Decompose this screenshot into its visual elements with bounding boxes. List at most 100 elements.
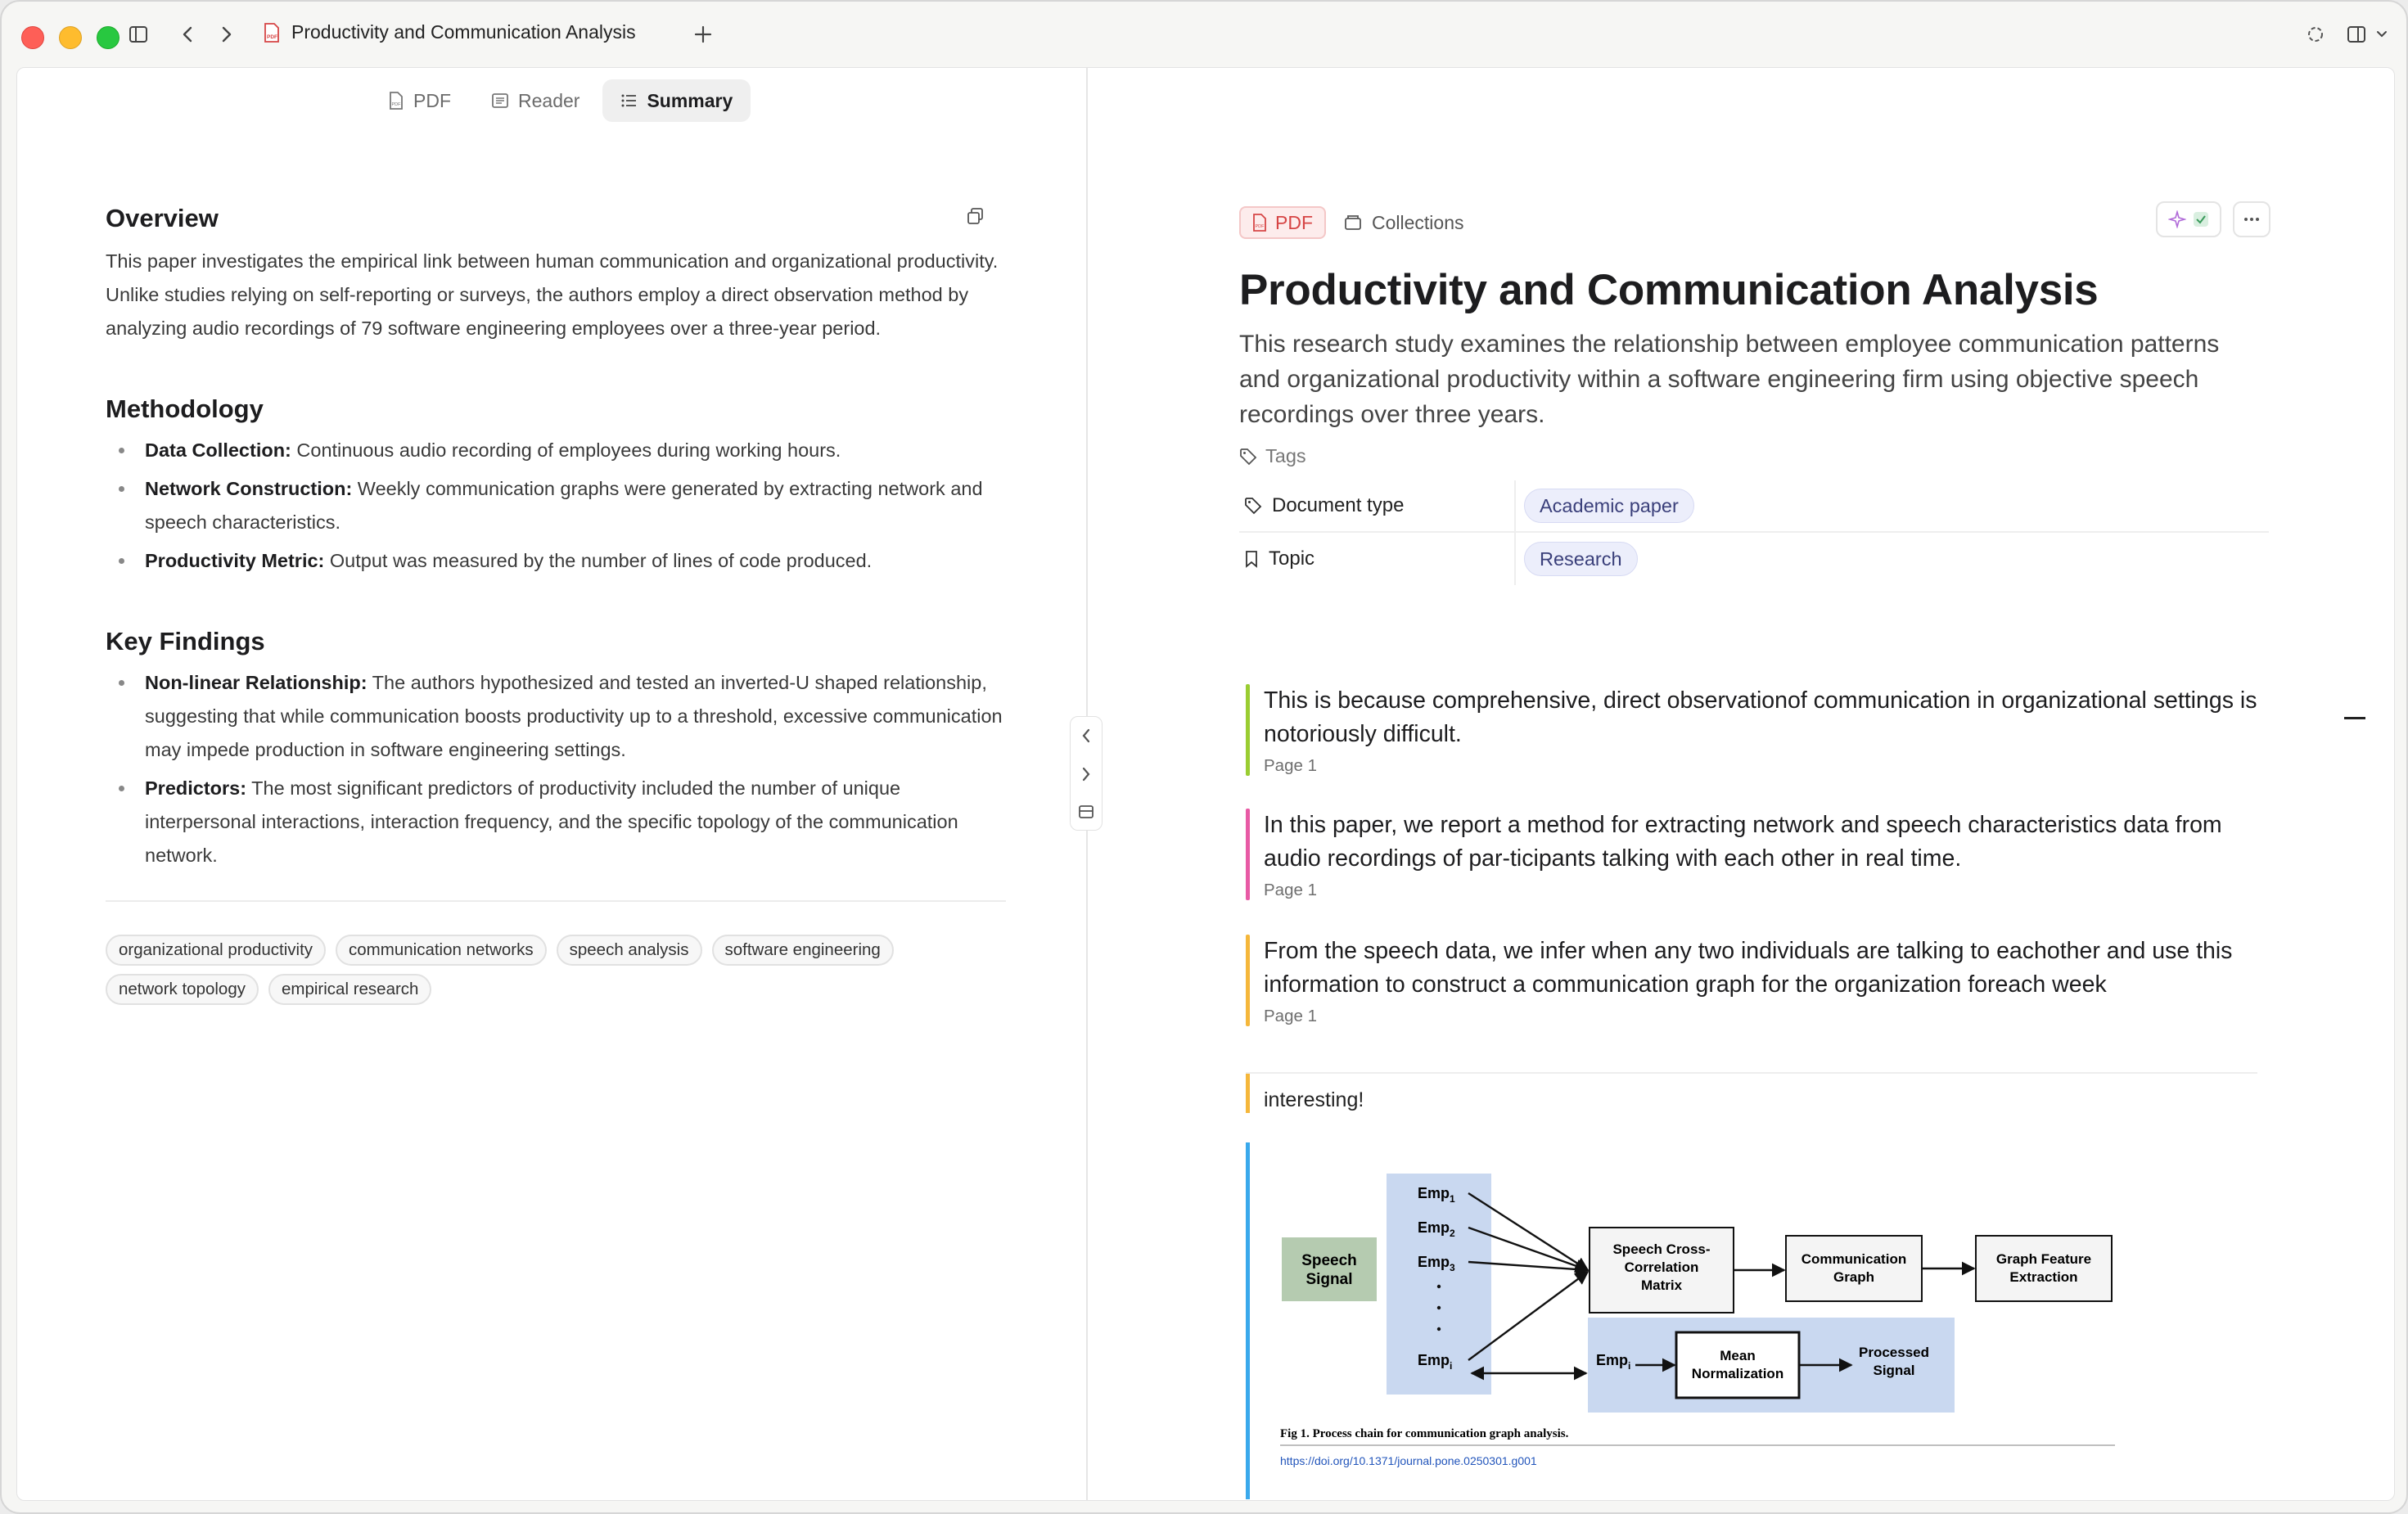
highlight-card[interactable]: From the speech data, we infer when any … bbox=[1246, 935, 2257, 1026]
bookmark-icon bbox=[1246, 551, 1257, 568]
tab-summary-label: Summary bbox=[647, 89, 733, 111]
ai-status-button[interactable] bbox=[2156, 201, 2221, 237]
document-actions bbox=[2156, 201, 2270, 237]
tags-label: Tags bbox=[1265, 445, 1306, 466]
highlight-card[interactable]: In this paper, we report a method for ex… bbox=[1246, 809, 2257, 900]
property-value[interactable]: Research bbox=[1514, 533, 1638, 585]
collections-button[interactable]: Collections bbox=[1344, 212, 1464, 234]
divider bbox=[106, 900, 1006, 902]
graph-feature-label: Graph Feature bbox=[1996, 1251, 2091, 1267]
overview-text: This paper investigates the empirical li… bbox=[106, 250, 999, 339]
right-panel-toggle-icon[interactable] bbox=[2344, 20, 2369, 49]
note-color-bar bbox=[1246, 1074, 1250, 1113]
figure-highlight[interactable]: Speech Signal Emp1 Emp2 Emp3 Empi Speech… bbox=[1246, 1142, 2257, 1499]
property-row: Document type Academic paper bbox=[1239, 480, 2269, 533]
document-type-pill[interactable]: Academic paper bbox=[1524, 489, 1694, 523]
keyword-chip[interactable]: communication networks bbox=[336, 935, 547, 966]
cross-corr-label: Matrix bbox=[1641, 1277, 1683, 1293]
minimize-window-button[interactable] bbox=[59, 26, 82, 49]
tab-reader[interactable]: Reader bbox=[474, 79, 597, 122]
highlight-page[interactable]: Page 1 bbox=[1246, 1007, 2257, 1026]
list-item: Network Construction: Weekly communicati… bbox=[106, 472, 1006, 539]
highlight-page[interactable]: Page 1 bbox=[1246, 756, 2257, 776]
svg-text:PDF: PDF bbox=[1256, 224, 1265, 229]
methodology-heading: Methodology bbox=[106, 394, 264, 423]
comm-graph-label: Graph bbox=[1833, 1269, 1874, 1285]
tab-title-label: Productivity and Communication Analysis bbox=[291, 21, 636, 43]
summary-pane: Overview This paper investigates the emp… bbox=[106, 204, 1006, 1005]
tab-pdf-label: PDF bbox=[413, 89, 451, 111]
title-bar: PDF Productivity and Communication Analy… bbox=[2, 2, 2406, 67]
highlight-note[interactable]: interesting! bbox=[1246, 1072, 2257, 1113]
ellipsis-icon bbox=[2244, 218, 2259, 221]
document-tab[interactable]: PDF Productivity and Communication Analy… bbox=[264, 21, 636, 43]
pane-controls bbox=[1070, 716, 1103, 831]
folder-icon bbox=[1345, 215, 1361, 230]
view-switcher: PDF PDF Reader Summary bbox=[371, 79, 751, 122]
keyword-chip[interactable]: speech analysis bbox=[556, 935, 702, 966]
tab-summary[interactable]: Summary bbox=[602, 79, 751, 122]
overview-heading: Overview bbox=[106, 204, 219, 232]
sync-icon[interactable] bbox=[2303, 20, 2328, 49]
processed-signal-label: Signal bbox=[1873, 1363, 1914, 1378]
keyword-chip[interactable]: network topology bbox=[106, 974, 259, 1005]
document-title[interactable]: Productivity and Communication Analysis bbox=[1239, 265, 2270, 315]
keyword-chip[interactable]: software engineering bbox=[711, 935, 894, 966]
highlight-card[interactable]: This is because comprehensive, direct ob… bbox=[1246, 684, 2257, 776]
speech-signal-label: Signal bbox=[1305, 1271, 1352, 1288]
pdf-icon: PDF bbox=[390, 92, 403, 110]
document-badges: PDF PDF Collections bbox=[1239, 206, 2270, 239]
back-icon[interactable] bbox=[175, 20, 200, 49]
highlight-text: From the speech data, we infer when any … bbox=[1264, 938, 2233, 998]
property-key-label: Topic bbox=[1269, 547, 1315, 570]
chevron-down-icon[interactable] bbox=[2374, 20, 2390, 49]
findings-list: Non-linear Relationship: The authors hyp… bbox=[106, 666, 1006, 872]
figure-doi-link[interactable]: https://doi.org/10.1371/journal.pone.025… bbox=[1280, 1454, 1537, 1467]
new-tab-plus-icon[interactable] bbox=[689, 20, 717, 49]
collapse-minus-icon[interactable] bbox=[2344, 717, 2365, 719]
panel-icon[interactable] bbox=[1079, 804, 1094, 818]
cross-corr-label: Correlation bbox=[1625, 1259, 1699, 1275]
methodology-list: Data Collection: Continuous audio record… bbox=[106, 434, 1006, 578]
document-description[interactable]: This research study examines the relatio… bbox=[1239, 327, 2246, 432]
figure-color-bar bbox=[1246, 1142, 1250, 1499]
keyword-chip[interactable]: empirical research bbox=[268, 974, 432, 1005]
svg-text:PDF: PDF bbox=[267, 34, 277, 40]
forward-icon[interactable] bbox=[214, 20, 239, 49]
highlight-text: In this paper, we report a method for ex… bbox=[1264, 812, 2222, 872]
pdf-badge[interactable]: PDF PDF bbox=[1239, 206, 1326, 239]
process-chain-figure: Speech Signal Emp1 Emp2 Emp3 Empi Speech… bbox=[1280, 1174, 2115, 1467]
mean-norm-label: Normalization bbox=[1692, 1366, 1783, 1381]
close-window-button[interactable] bbox=[21, 26, 44, 49]
tag-icon bbox=[1245, 498, 1262, 515]
speech-signal-label: Speech bbox=[1301, 1252, 1357, 1269]
topic-pill[interactable]: Research bbox=[1524, 542, 1638, 576]
list-item: Data Collection: Continuous audio record… bbox=[106, 434, 1006, 467]
highlight-page[interactable]: Page 1 bbox=[1246, 881, 2257, 900]
list-icon bbox=[621, 94, 637, 107]
property-row: Topic Research bbox=[1239, 533, 2269, 585]
comm-graph-label: Communication bbox=[1801, 1251, 1906, 1267]
sidebar-toggle-icon[interactable] bbox=[126, 20, 151, 49]
more-options-button[interactable] bbox=[2233, 201, 2270, 237]
keyword-chip[interactable]: organizational productivity bbox=[106, 935, 327, 966]
highlight-color-bar bbox=[1246, 684, 1250, 776]
figure-caption: Fig 1. Process chain for communication g… bbox=[1280, 1427, 1569, 1440]
key-findings-heading: Key Findings bbox=[106, 627, 265, 656]
chevron-right-icon[interactable] bbox=[1081, 767, 1091, 782]
zoom-window-button[interactable] bbox=[97, 26, 119, 49]
app-window: PDF Productivity and Communication Analy… bbox=[0, 0, 2408, 1514]
property-value[interactable]: Academic paper bbox=[1514, 480, 1694, 531]
pdf-icon: PDF bbox=[1253, 214, 1266, 232]
list-item: Productivity Metric: Output was measured… bbox=[106, 544, 1006, 578]
property-key: Topic bbox=[1239, 547, 1514, 570]
processed-signal-label: Processed bbox=[1859, 1345, 1929, 1360]
pdf-badge-label: PDF bbox=[1275, 211, 1313, 233]
speech-signal-box bbox=[1282, 1237, 1377, 1301]
chevron-left-icon[interactable] bbox=[1081, 728, 1091, 743]
highlight-text: This is because comprehensive, direct ob… bbox=[1264, 687, 2257, 747]
tab-pdf[interactable]: PDF PDF bbox=[371, 79, 469, 122]
property-key-label: Document type bbox=[1272, 494, 1405, 516]
tags-field[interactable]: Tags bbox=[1239, 445, 2270, 467]
list-item: Non-linear Relationship: The authors hyp… bbox=[106, 666, 1006, 767]
